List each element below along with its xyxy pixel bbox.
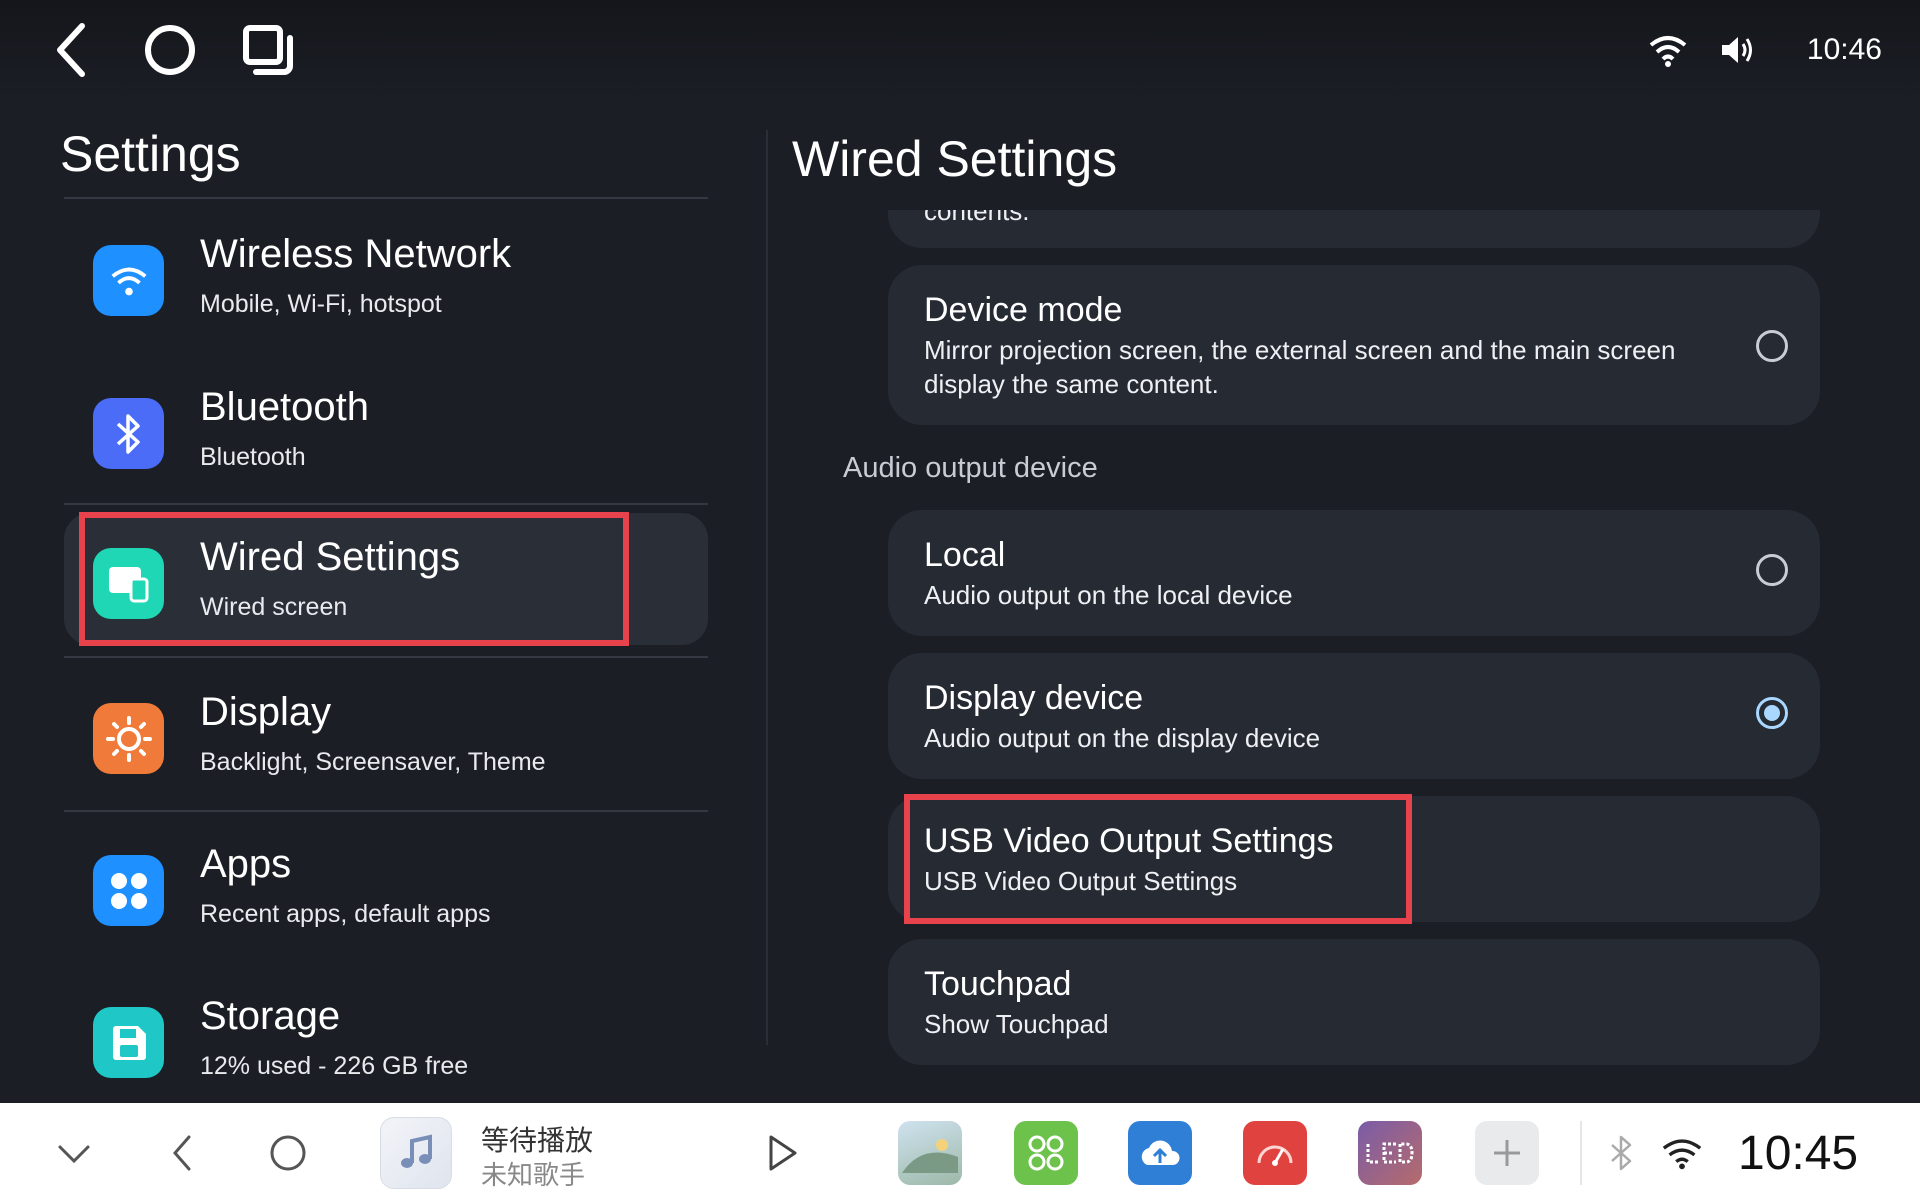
play-icon — [769, 1135, 797, 1171]
display-device-radio[interactable] — [1756, 697, 1788, 729]
volume-icon — [1721, 37, 1752, 63]
menu-item-subtitle: Recent apps, default apps — [200, 900, 491, 928]
media-artist: 未知歌手 — [481, 1160, 586, 1190]
home-button[interactable] — [140, 20, 200, 80]
local-audio-radio[interactable] — [1756, 554, 1788, 586]
gallery-app-icon[interactable] — [898, 1121, 962, 1185]
launcher-app-icon[interactable] — [1014, 1121, 1078, 1185]
back-arrow-icon — [57, 23, 85, 77]
menu-item-title: Apps — [200, 842, 292, 886]
option-subtitle: Show Touchpad — [924, 1009, 1109, 1039]
local-audio-option[interactable]: Local Audio output on the local device — [888, 510, 1820, 636]
wired-screen-icon — [93, 548, 164, 619]
status-icons: 10:46 — [1645, 22, 1882, 78]
dock-home-button[interactable] — [258, 1123, 318, 1183]
dock-back-button[interactable] — [152, 1123, 212, 1183]
menu-item-bluetooth[interactable]: Bluetooth Bluetooth — [64, 363, 708, 495]
music-note-icon — [380, 1117, 452, 1189]
touchpad-option[interactable]: Touchpad Show Touchpad — [888, 939, 1820, 1065]
menu-item-wired-settings[interactable]: Wired Settings Wired screen — [64, 513, 708, 645]
menu-item-storage[interactable]: Storage 12% used - 226 GB free — [64, 972, 708, 1104]
option-subtitle: Mirror projection screen, the external s… — [924, 335, 1676, 399]
audio-output-section-label: Audio output device — [843, 452, 1098, 484]
add-app-icon[interactable] — [1475, 1121, 1539, 1185]
divider — [64, 503, 708, 505]
dock-status-area: 10:45 — [1608, 1121, 1858, 1185]
collapse-button[interactable] — [44, 1123, 104, 1183]
divider — [64, 197, 708, 199]
back-button[interactable] — [42, 20, 102, 80]
menu-item-apps[interactable]: Apps Recent apps, default apps — [64, 820, 708, 952]
recents-icon — [243, 25, 293, 75]
recents-button[interactable] — [238, 20, 298, 80]
bottom-dock: 等待播放 未知歌手 10:45 — [0, 1103, 1920, 1200]
play-button[interactable] — [752, 1123, 812, 1183]
system-status-bar: 10:46 — [0, 0, 1920, 100]
wifi-icon — [93, 245, 164, 316]
display-device-audio-option[interactable]: Display device Audio output on the displ… — [888, 653, 1820, 779]
home-circle-icon — [145, 25, 195, 75]
device-mode-radio[interactable] — [1756, 330, 1788, 362]
back-arrow-icon — [173, 1135, 191, 1171]
menu-item-display[interactable]: Display Backlight, Screensaver, Theme — [64, 668, 708, 800]
option-title: USB Video Output Settings — [924, 822, 1334, 860]
option-subtitle: Audio output on the display device — [924, 723, 1321, 753]
menu-item-wireless-network[interactable]: Wireless Network Mobile, Wi-Fi, hotspot — [64, 210, 708, 342]
menu-item-subtitle: 12% used - 226 GB free — [200, 1052, 469, 1080]
option-title: Touchpad — [924, 965, 1072, 1003]
bluetooth-status-icon — [1611, 1135, 1632, 1171]
wifi-status-icon — [1662, 1139, 1702, 1170]
speedometer-app-icon[interactable] — [1243, 1121, 1307, 1185]
menu-item-title: Wired Settings — [200, 535, 461, 579]
menu-item-subtitle: Mobile, Wi-Fi, hotspot — [200, 290, 442, 318]
menu-item-title: Bluetooth — [200, 385, 370, 429]
wired-settings-title: Wired Settings — [792, 131, 1118, 187]
chevron-down-icon — [58, 1145, 90, 1164]
home-circle-icon — [270, 1135, 306, 1171]
option-title: Device mode — [924, 291, 1123, 329]
panel-divider — [766, 130, 768, 1045]
wifi-status-icon — [1649, 36, 1687, 67]
led-app-icon[interactable] — [1358, 1121, 1422, 1185]
device-mode-option[interactable]: Device mode Mirror projection screen, th… — [888, 265, 1820, 425]
option-title: Local — [924, 536, 1006, 574]
ota-update-app-icon[interactable] — [1128, 1121, 1192, 1185]
status-time: 10:46 — [1806, 33, 1882, 66]
menu-item-subtitle: Backlight, Screensaver, Theme — [200, 748, 546, 776]
divider — [64, 656, 708, 658]
menu-item-title: Display — [200, 690, 332, 734]
menu-item-title: Storage — [200, 994, 341, 1038]
dock-separator — [1580, 1121, 1582, 1185]
storage-icon — [93, 1007, 164, 1078]
menu-item-subtitle: Bluetooth — [200, 443, 306, 471]
option-subtitle: USB Video Output Settings — [924, 866, 1238, 896]
menu-item-title: Wireless Network — [200, 232, 512, 276]
settings-title: Settings — [60, 126, 241, 182]
brightness-icon — [93, 703, 164, 774]
media-title: 等待播放 — [481, 1125, 594, 1156]
usb-video-output-settings-option[interactable]: USB Video Output Settings USB Video Outp… — [888, 796, 1820, 922]
menu-item-subtitle: Wired screen — [200, 593, 348, 621]
bluetooth-icon — [93, 398, 164, 469]
divider — [64, 810, 708, 812]
option-subtitle: Audio output on the local device — [924, 580, 1293, 610]
option-title: Display device — [924, 679, 1144, 717]
dock-time: 10:45 — [1738, 1126, 1859, 1180]
apps-grid-icon — [93, 855, 164, 926]
